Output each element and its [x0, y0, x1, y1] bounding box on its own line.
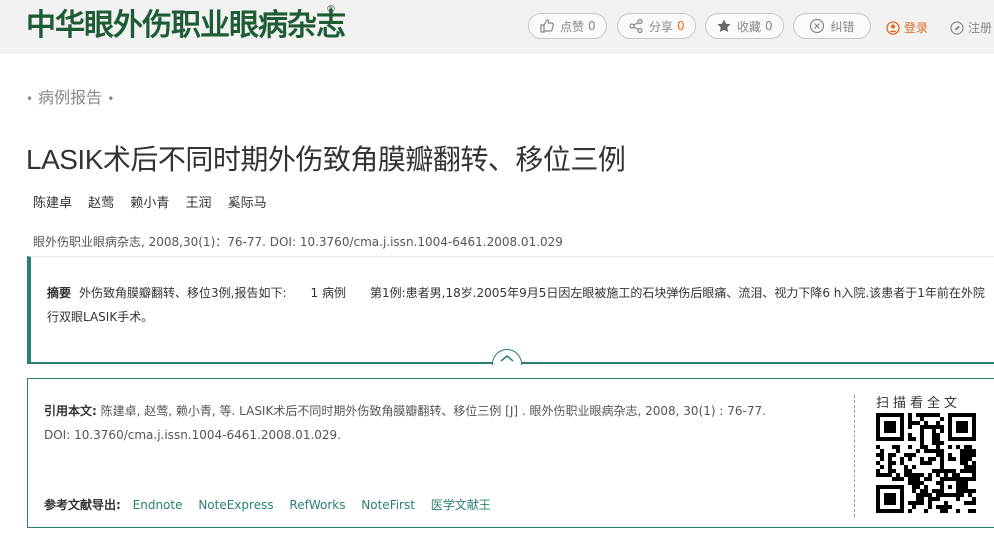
export-label: 参考文献导出: — [44, 498, 121, 512]
abstract-panel: 摘要 外伤致角膜瓣翻转、移位3例,报告如下: 1 病例 第1例:患者男,18岁.2… — [27, 256, 994, 363]
author[interactable]: 陈建卓 — [33, 196, 72, 211]
report-error-label: 纠错 — [830, 19, 855, 34]
register-label: 注册 — [968, 21, 993, 35]
favorite-count: 0 — [765, 19, 773, 33]
author-list: 陈建卓 赵莺 赖小青 王润 奚际马 — [33, 192, 279, 211]
registered-mark: ® — [326, 4, 336, 15]
login-link[interactable]: 登录 — [886, 19, 928, 36]
favorite-button[interactable]: 收藏 0 — [705, 13, 784, 39]
like-count: 0 — [588, 19, 596, 33]
journal-citation-line: 眼外伤职业眼病杂志, 2008,30(1)：76-77. DOI: 10.376… — [33, 235, 563, 249]
export-refworks-link[interactable]: RefWorks — [289, 498, 345, 512]
close-circle-icon — [810, 18, 825, 34]
citation-panel: 引用本文: 陈建卓, 赵莺, 赖小青, 等. LASIK术后不同时期外伤致角膜瓣… — [27, 378, 994, 528]
qr-code-icon — [876, 413, 976, 513]
cite-label: 引用本文: — [44, 404, 97, 418]
top-bar: 中华眼外伤职业眼病杂志 ® 点赞 0 分享 0 收藏 0 纠错 登录 注册 — [0, 0, 994, 54]
share-icon — [629, 18, 643, 34]
author[interactable]: 赵莺 — [88, 196, 114, 211]
pencil-icon — [950, 20, 964, 35]
share-label: 分享 — [649, 19, 674, 34]
abstract-text: 外伤致角膜瓣翻转、移位3例,报告如下: 1 病例 第1例:患者男,18岁.200… — [47, 286, 985, 324]
user-icon — [886, 20, 900, 35]
article-title: LASIK术后不同时期外伤致角膜瓣翻转、移位三例 — [26, 144, 626, 175]
favorite-label: 收藏 — [737, 19, 762, 34]
export-yixuewenxianwang-link[interactable]: 医学文献王 — [431, 498, 491, 512]
export-endnote-link[interactable]: Endnote — [133, 498, 183, 512]
thumbs-up-icon — [540, 19, 554, 33]
abstract-body: 摘要 外伤致角膜瓣翻转、移位3例,报告如下: 1 病例 第1例:患者男,18岁.2… — [47, 281, 987, 329]
share-count: 0 — [677, 19, 685, 33]
like-button[interactable]: 点赞 0 — [528, 13, 607, 39]
export-noteexpress-link[interactable]: NoteExpress — [198, 498, 273, 512]
login-label: 登录 — [904, 21, 929, 35]
report-error-button[interactable]: 纠错 — [793, 13, 871, 39]
vertical-divider — [854, 395, 855, 517]
cite-text: 陈建卓, 赵莺, 赖小青, 等. LASIK术后不同时期外伤致角膜瓣翻转、移位三… — [44, 404, 766, 442]
chevron-up-icon — [500, 354, 514, 362]
abstract-label: 摘要 — [47, 286, 72, 300]
reference-export: 参考文献导出: Endnote NoteExpress RefWorks Not… — [44, 496, 503, 513]
journal-logo[interactable]: 中华眼外伤职业眼病杂志 — [26, 6, 346, 46]
author[interactable]: 奚际马 — [228, 196, 267, 211]
cite-this-article[interactable]: 引用本文: 陈建卓, 赵莺, 赖小青, 等. LASIK术后不同时期外伤致角膜瓣… — [44, 399, 784, 447]
register-link[interactable]: 注册 — [950, 19, 992, 36]
scan-label: 扫描看全文 — [876, 396, 962, 411]
star-icon — [717, 19, 731, 32]
export-notefirst-link[interactable]: NoteFirst — [361, 498, 415, 512]
section-label: • 病例报告 • — [26, 88, 115, 107]
author[interactable]: 王润 — [185, 196, 211, 211]
like-label: 点赞 — [560, 19, 585, 34]
share-button[interactable]: 分享 0 — [617, 13, 696, 39]
author[interactable]: 赖小青 — [130, 196, 169, 211]
section-name: 病例报告 — [38, 88, 103, 107]
